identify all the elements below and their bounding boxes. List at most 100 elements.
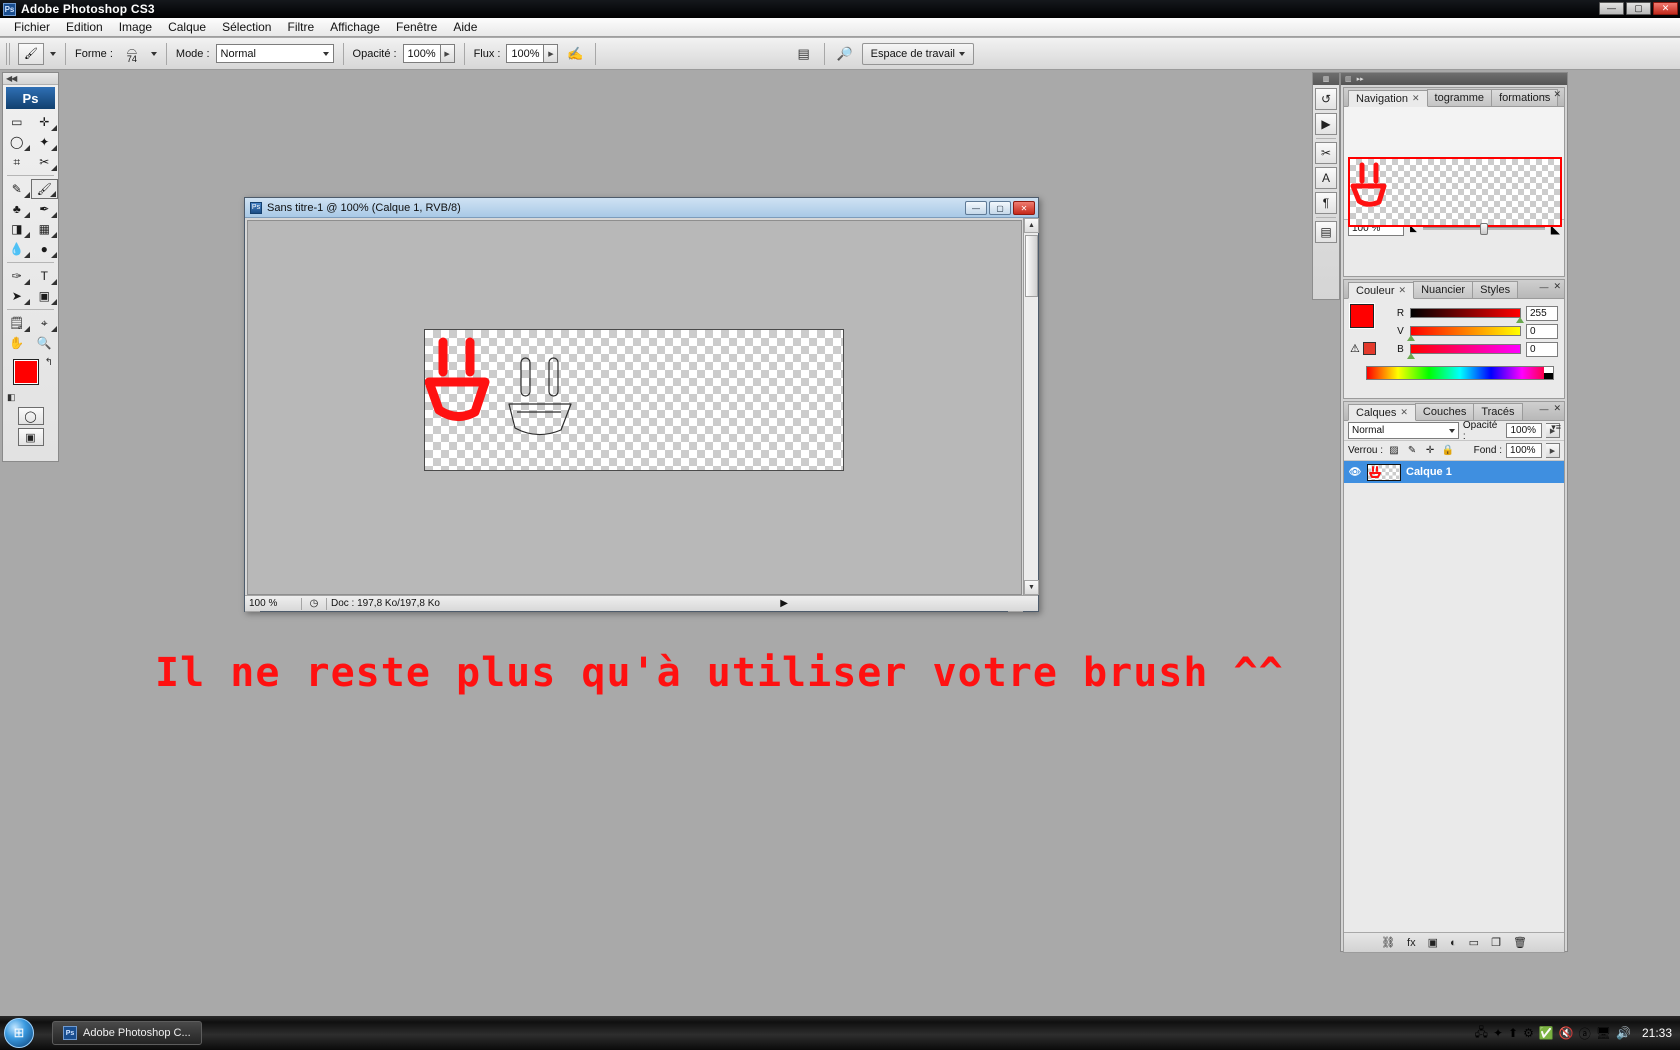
menu-calque[interactable]: Calque (160, 18, 214, 36)
eraser-tool[interactable]: ◨ (3, 219, 31, 239)
scroll-down-icon[interactable]: ▼ (1024, 580, 1039, 595)
zoom-tool[interactable]: 🔍 (31, 333, 59, 353)
tab-couleur[interactable]: Couleur ✕ (1348, 282, 1415, 299)
layer-opacity-input[interactable]: 100% (1506, 423, 1543, 438)
layer-comps-rail-icon[interactable]: ▤ (1315, 221, 1337, 243)
close-icon[interactable]: ✕ (1553, 281, 1561, 292)
channel-value-b[interactable]: 0 (1526, 341, 1558, 357)
channel-slider-b[interactable] (1407, 344, 1521, 359)
close-icon[interactable]: ✕ (1553, 89, 1561, 100)
menu-selection[interactable]: Sélection (214, 18, 279, 36)
artboard[interactable] (424, 329, 844, 471)
blend-mode-select[interactable]: Normal (215, 44, 334, 63)
hand-tool[interactable]: ✋ (3, 333, 31, 353)
pen-tool[interactable]: ✑ (3, 266, 31, 286)
menu-edition[interactable]: Edition (58, 18, 111, 36)
link-layers-icon[interactable]: ⛓ (1381, 936, 1395, 949)
clone-stamp-tool[interactable]: ♣ (3, 199, 31, 219)
character-rail-icon[interactable]: A (1315, 167, 1337, 189)
windows-start-orb-icon[interactable]: ⊞ (4, 1018, 34, 1048)
menu-image[interactable]: Image (111, 18, 160, 36)
collapse-icon[interactable]: — (1539, 90, 1548, 100)
history-rail-icon[interactable]: ↺ (1315, 88, 1337, 110)
taskbar-item-photoshop[interactable]: Ps Adobe Photoshop C... (52, 1021, 202, 1045)
channel-value-r[interactable]: 255 (1526, 305, 1558, 321)
scroll-up-icon[interactable]: ▲ (1024, 218, 1039, 233)
dock-expand-icon[interactable]: ▸▸ (1357, 75, 1364, 83)
tab-navigation[interactable]: Navigation ✕ (1348, 90, 1428, 107)
close-button[interactable]: ✕ (1653, 2, 1678, 15)
navigator-zoom-slider[interactable] (1422, 223, 1545, 235)
layers-panel-menu-icon[interactable]: ▾≡ (1551, 422, 1561, 433)
color-foreground-swatch[interactable] (1350, 304, 1374, 328)
spectrum-black-white-end[interactable] (1544, 367, 1553, 379)
maximize-button[interactable]: ▢ (1626, 2, 1651, 15)
slice-tool[interactable]: ✂ (31, 152, 59, 172)
navigator-preview[interactable] (1344, 107, 1564, 227)
brush-preset-picker[interactable]: ⌓ 74 (119, 43, 145, 64)
menu-affichage[interactable]: Affichage (322, 18, 388, 36)
collapse-icon[interactable]: — (1539, 282, 1548, 292)
lock-image-icon[interactable]: ✎ (1405, 444, 1419, 458)
lock-position-icon[interactable]: ✛ (1423, 444, 1437, 458)
adjustment-layer-icon[interactable]: ◐ (1450, 937, 1457, 949)
layer-row-calque-1[interactable]: 👁 Calque 1 (1344, 461, 1564, 483)
rail-grip[interactable]: ▥ (1313, 73, 1339, 85)
antivirus-icon[interactable]: ⓐ (1579, 1025, 1591, 1042)
opacity-control[interactable]: 100% ▶ (402, 44, 455, 63)
out-of-gamut-icon[interactable]: ⚠ (1350, 342, 1376, 355)
blur-tool[interactable]: 💧 (3, 239, 31, 259)
tab-nuancier[interactable]: Nuancier (1413, 281, 1474, 298)
channel-slider-v[interactable] (1407, 326, 1521, 341)
lock-all-icon[interactable]: 🔒 (1441, 444, 1455, 458)
brush-chevron-down-icon[interactable] (150, 51, 157, 56)
minimize-button[interactable]: — (1599, 2, 1624, 15)
tab-couches[interactable]: Couches (1414, 403, 1475, 420)
gamut-substitute-swatch[interactable] (1362, 342, 1376, 355)
volume-muted-icon[interactable]: 🔇 (1559, 1026, 1574, 1040)
tab-calques[interactable]: Calques ✕ (1348, 404, 1416, 421)
close-icon[interactable]: ✕ (1399, 285, 1407, 296)
settings-icon[interactable]: ⚙ (1523, 1026, 1534, 1040)
marquee-tool[interactable]: ▭ (3, 112, 31, 132)
menu-fenetre[interactable]: Fenêtre (388, 18, 445, 36)
healing-brush-tool[interactable]: ✎ (3, 179, 31, 199)
notes-tool[interactable]: 🗒 (3, 313, 31, 333)
type-tool[interactable]: T (31, 266, 59, 286)
foreground-color-swatch[interactable] (13, 359, 39, 385)
lasso-tool[interactable]: ◯ (3, 132, 31, 152)
current-tool-icon[interactable]: 🖌 (18, 42, 44, 65)
opacity-input[interactable]: 100% (402, 44, 441, 63)
workspace-button[interactable]: Espace de travail (861, 42, 974, 65)
actions-rail-icon[interactable]: ▶ (1315, 113, 1337, 135)
airbrush-icon[interactable]: ✍ (564, 43, 586, 65)
dock-header-grip[interactable]: ▥ ▸▸ (1341, 73, 1567, 85)
channel-knob-b[interactable] (1407, 353, 1415, 359)
layer-thumbnail[interactable] (1367, 463, 1401, 481)
layer-style-icon[interactable]: fx (1407, 937, 1416, 949)
channel-knob-r[interactable] (1516, 317, 1524, 323)
channel-knob-v[interactable] (1407, 335, 1415, 341)
menu-fichier[interactable]: Fichier (6, 18, 58, 36)
navigator-view-box[interactable] (1348, 157, 1562, 227)
collapse-icon[interactable]: ◀◀ (6, 74, 17, 83)
crop-tool[interactable]: ⌗ (3, 152, 31, 172)
history-brush-tool[interactable]: ✒ (31, 199, 59, 219)
close-icon[interactable]: ✕ (1412, 93, 1420, 104)
eyedropper-tool[interactable]: ⌖ (31, 313, 59, 333)
canvas-viewport[interactable] (247, 220, 1022, 595)
toggle-palettes-icon[interactable]: ▤ (793, 43, 815, 65)
delete-layer-icon[interactable]: 🗑 (1513, 936, 1527, 949)
bluetooth-icon[interactable]: ✦ (1493, 1026, 1503, 1040)
system-clock[interactable]: 21:33 (1642, 1026, 1672, 1040)
lock-transparent-icon[interactable]: ▨ (1387, 444, 1401, 458)
tool-presets-rail-icon[interactable]: ✂ (1315, 142, 1337, 164)
toolbox-header[interactable]: ◀◀ (3, 73, 58, 85)
gradient-tool[interactable]: ▦ (31, 219, 59, 239)
move-tool[interactable]: ✛ (31, 112, 59, 132)
layer-fill-arrow-icon[interactable]: ▶ (1546, 443, 1560, 458)
network-status-icon[interactable]: 🖥 (1596, 1026, 1611, 1040)
menu-aide[interactable]: Aide (445, 18, 485, 36)
magic-wand-tool[interactable]: ✦ (31, 132, 59, 152)
layer-name[interactable]: Calque 1 (1406, 466, 1452, 478)
